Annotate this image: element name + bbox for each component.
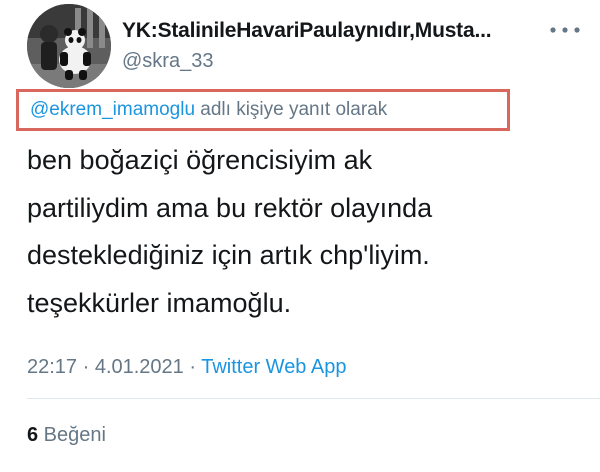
reply-context: @ekrem_imamoglu adlı kişiye yanıt olarak xyxy=(30,99,387,121)
avatar[interactable] xyxy=(27,4,111,88)
tweet-meta: 22:17 · 4.01.2021 · Twitter Web App xyxy=(27,356,346,379)
reply-mention-link[interactable]: @ekrem_imamoglu xyxy=(30,99,195,120)
author-display-name[interactable]: YK:StalinileHavariPaulaynıdır,Musta... xyxy=(122,19,492,43)
avatar-image xyxy=(27,4,111,88)
reply-context-suffix: adlı kişiye yanıt olarak xyxy=(195,99,388,120)
tweet-text-line: ben boğaziçi öğrencisiyim ak xyxy=(27,145,373,175)
tweet-text: ben boğaziçi öğrencisiyim ak partiliydim… xyxy=(27,137,587,327)
tweet-text-line: desteklediğiniz için artık chp'liyim. xyxy=(27,240,430,270)
likes-count: 6 xyxy=(27,424,39,446)
more-horizontal-icon[interactable] xyxy=(545,18,585,42)
tweet-timestamp[interactable]: 22:17 · 4.01.2021 · xyxy=(27,356,201,378)
likes-stat[interactable]: 6 Beğeni xyxy=(27,424,106,447)
tweet-text-line: partiliydim ama bu rektör olayında xyxy=(27,192,433,223)
divider xyxy=(27,398,600,399)
tweet-source-link[interactable]: Twitter Web App xyxy=(201,356,346,378)
tweet-text-line: teşekkürler imamoğlu. xyxy=(27,287,292,318)
author-handle[interactable]: @skra_33 xyxy=(122,50,213,73)
likes-label: Beğeni xyxy=(38,424,106,446)
tweet-card: YK:StalinileHavariPaulaynıdır,Musta... @… xyxy=(0,0,600,472)
